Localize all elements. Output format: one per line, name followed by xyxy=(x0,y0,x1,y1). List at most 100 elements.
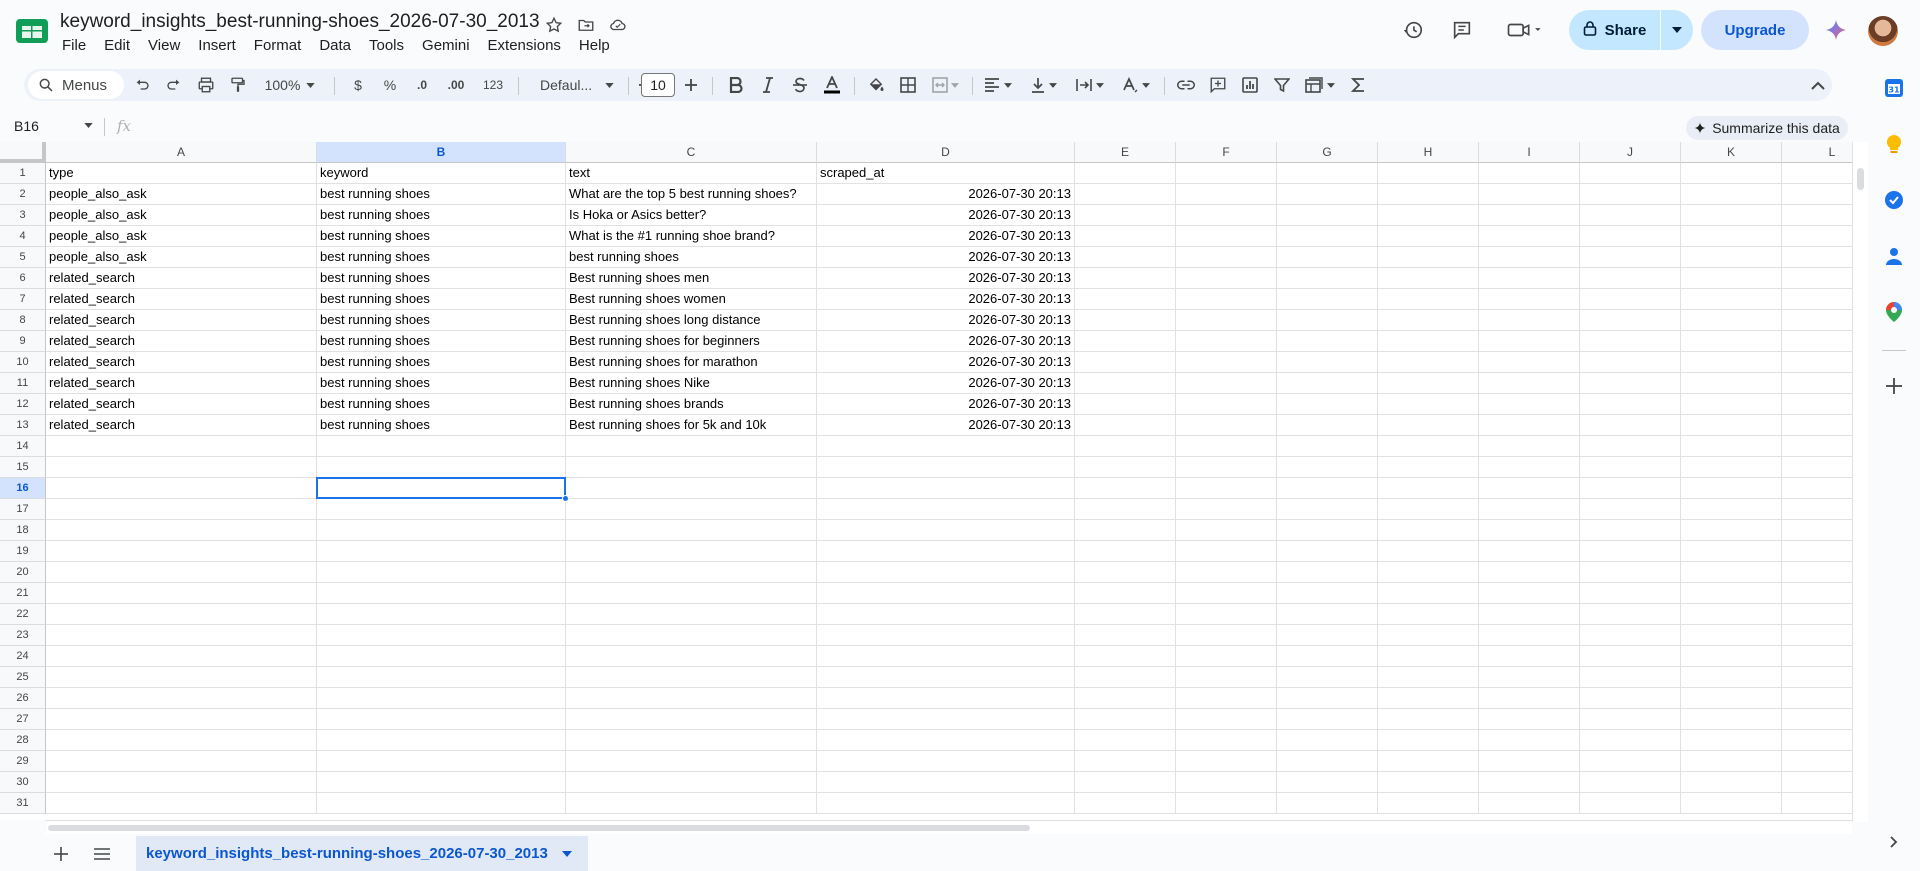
cell-j12[interactable] xyxy=(1580,394,1681,415)
cell-b12[interactable]: best running shoes xyxy=(317,394,566,415)
cell-i29[interactable] xyxy=(1479,751,1580,772)
cell-f6[interactable] xyxy=(1176,268,1277,289)
comments-icon[interactable] xyxy=(1442,10,1482,50)
cell-e23[interactable] xyxy=(1075,625,1176,646)
cell-f12[interactable] xyxy=(1176,394,1277,415)
cell-h6[interactable] xyxy=(1378,268,1479,289)
cell-e8[interactable] xyxy=(1075,310,1176,331)
cell-j22[interactable] xyxy=(1580,604,1681,625)
cell-h26[interactable] xyxy=(1378,688,1479,709)
cell-g16[interactable] xyxy=(1277,478,1378,499)
cell-a27[interactable] xyxy=(46,709,317,730)
cell-f3[interactable] xyxy=(1176,205,1277,226)
cell-d15[interactable] xyxy=(817,457,1075,478)
horizontal-scroll-thumb[interactable] xyxy=(48,825,1030,831)
cell-e13[interactable] xyxy=(1075,415,1176,436)
vertical-scrollbar[interactable] xyxy=(1852,142,1868,822)
name-box[interactable]: B16 xyxy=(14,118,93,134)
row-header-1[interactable]: 1 xyxy=(0,163,46,184)
cell-f9[interactable] xyxy=(1176,331,1277,352)
cell-f2[interactable] xyxy=(1176,184,1277,205)
cell-b11[interactable]: best running shoes xyxy=(317,373,566,394)
cell-c7[interactable]: Best running shoes women xyxy=(566,289,817,310)
get-addons-plus-icon[interactable] xyxy=(1880,372,1908,400)
cell-e27[interactable] xyxy=(1075,709,1176,730)
cell-b27[interactable] xyxy=(317,709,566,730)
cell-h13[interactable] xyxy=(1378,415,1479,436)
cell-e25[interactable] xyxy=(1075,667,1176,688)
cell-c9[interactable]: Best running shoes for beginners xyxy=(566,331,817,352)
cell-i12[interactable] xyxy=(1479,394,1580,415)
cell-d11[interactable]: 2026-07-30 20:13 xyxy=(817,373,1075,394)
cell-d25[interactable] xyxy=(817,667,1075,688)
cell-i20[interactable] xyxy=(1479,562,1580,583)
cell-f23[interactable] xyxy=(1176,625,1277,646)
cell-k9[interactable] xyxy=(1681,331,1782,352)
cell-i22[interactable] xyxy=(1479,604,1580,625)
cell-l30[interactable] xyxy=(1782,772,1852,793)
cell-b2[interactable]: best running shoes xyxy=(317,184,566,205)
star-icon[interactable] xyxy=(542,13,566,37)
cell-e17[interactable] xyxy=(1075,499,1176,520)
cell-b17[interactable] xyxy=(317,499,566,520)
cell-d6[interactable]: 2026-07-30 20:13 xyxy=(817,268,1075,289)
undo-icon[interactable] xyxy=(128,69,156,101)
cell-k4[interactable] xyxy=(1681,226,1782,247)
cell-k20[interactable] xyxy=(1681,562,1782,583)
row-header-17[interactable]: 17 xyxy=(0,499,46,520)
cell-b15[interactable] xyxy=(317,457,566,478)
row-header-14[interactable]: 14 xyxy=(0,436,46,457)
cell-j29[interactable] xyxy=(1580,751,1681,772)
cell-k3[interactable] xyxy=(1681,205,1782,226)
row-header-4[interactable]: 4 xyxy=(0,226,46,247)
cell-k22[interactable] xyxy=(1681,604,1782,625)
cell-e4[interactable] xyxy=(1075,226,1176,247)
select-all-corner[interactable] xyxy=(0,142,46,163)
cell-a4[interactable]: people_also_ask xyxy=(46,226,317,247)
cell-j2[interactable] xyxy=(1580,184,1681,205)
cell-i6[interactable] xyxy=(1479,268,1580,289)
keep-notes-icon[interactable] xyxy=(1880,130,1908,158)
cell-d9[interactable]: 2026-07-30 20:13 xyxy=(817,331,1075,352)
menu-edit[interactable]: Edit xyxy=(95,36,139,56)
font-select[interactable]: Defaul... xyxy=(524,69,624,101)
cell-g17[interactable] xyxy=(1277,499,1378,520)
cell-g24[interactable] xyxy=(1277,646,1378,667)
cell-k25[interactable] xyxy=(1681,667,1782,688)
cell-e29[interactable] xyxy=(1075,751,1176,772)
row-header-20[interactable]: 20 xyxy=(0,562,46,583)
move-folder-icon[interactable] xyxy=(574,13,598,37)
cell-f8[interactable] xyxy=(1176,310,1277,331)
cell-i1[interactable] xyxy=(1479,163,1580,184)
vertical-scroll-thumb[interactable] xyxy=(1857,168,1864,190)
cell-j6[interactable] xyxy=(1580,268,1681,289)
cell-c19[interactable] xyxy=(566,541,817,562)
cell-h24[interactable] xyxy=(1378,646,1479,667)
row-header-5[interactable]: 5 xyxy=(0,247,46,268)
cell-l24[interactable] xyxy=(1782,646,1852,667)
account-avatar[interactable] xyxy=(1868,16,1898,46)
cell-d20[interactable] xyxy=(817,562,1075,583)
cell-d24[interactable] xyxy=(817,646,1075,667)
cell-l19[interactable] xyxy=(1782,541,1852,562)
cell-d19[interactable] xyxy=(817,541,1075,562)
cell-d17[interactable] xyxy=(817,499,1075,520)
cell-b21[interactable] xyxy=(317,583,566,604)
cell-c22[interactable] xyxy=(566,604,817,625)
sheet-tab-active[interactable]: keyword_insights_best-running-shoes_2026… xyxy=(136,836,588,871)
share-dropdown-button[interactable] xyxy=(1661,10,1693,50)
cell-b6[interactable]: best running shoes xyxy=(317,268,566,289)
cell-a2[interactable]: people_also_ask xyxy=(46,184,317,205)
summarize-data-button[interactable]: Summarize this data xyxy=(1686,116,1848,140)
row-header-22[interactable]: 22 xyxy=(0,604,46,625)
cell-e26[interactable] xyxy=(1075,688,1176,709)
row-header-21[interactable]: 21 xyxy=(0,583,46,604)
cell-c25[interactable] xyxy=(566,667,817,688)
cell-h31[interactable] xyxy=(1378,793,1479,814)
cell-i8[interactable] xyxy=(1479,310,1580,331)
cell-c2[interactable]: What are the top 5 best running shoes? xyxy=(566,184,817,205)
cell-a31[interactable] xyxy=(46,793,317,814)
cell-g23[interactable] xyxy=(1277,625,1378,646)
cell-g14[interactable] xyxy=(1277,436,1378,457)
cell-i7[interactable] xyxy=(1479,289,1580,310)
